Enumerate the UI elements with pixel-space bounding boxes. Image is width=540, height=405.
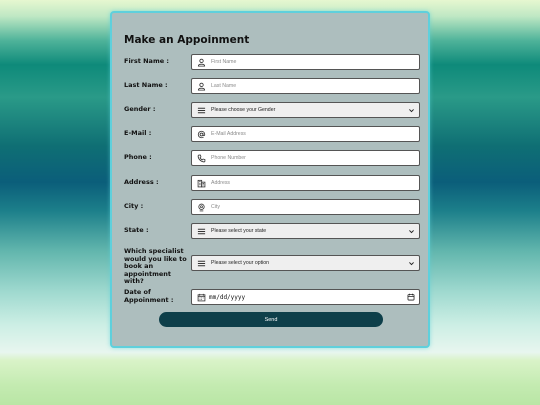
appointment-form: Make an Appoinment First Name : First Na…	[110, 11, 430, 348]
address-input[interactable]: Address	[211, 180, 419, 186]
email-label: E-Mail :	[124, 129, 152, 137]
phone-field[interactable]: Phone Number	[191, 150, 420, 166]
gender-label: Gender :	[124, 105, 156, 113]
city-label: City :	[124, 202, 144, 210]
calendar-icon	[197, 293, 206, 302]
specialist-select[interactable]: Please select your option	[191, 255, 420, 271]
state-select[interactable]: Please select your state	[191, 223, 420, 239]
address-field[interactable]: Address	[191, 175, 420, 191]
city-field[interactable]: City	[191, 199, 420, 215]
specialist-selected-value: Please select your option	[211, 260, 269, 266]
user-icon	[197, 82, 206, 91]
form-title: Make an Appoinment	[124, 34, 250, 46]
at-icon	[197, 130, 206, 139]
email-input[interactable]: E-Mail Address	[211, 131, 419, 137]
state-label: State :	[124, 226, 149, 234]
list-icon	[197, 227, 206, 236]
building-icon	[197, 179, 206, 188]
first-name-field[interactable]: First Name	[191, 54, 420, 70]
user-icon	[197, 58, 206, 67]
phone-label: Phone :	[124, 153, 152, 161]
chevron-down-icon[interactable]	[408, 228, 415, 235]
gender-select[interactable]: Please choose your Gender	[191, 102, 420, 118]
list-icon	[197, 259, 206, 268]
email-field[interactable]: E-Mail Address	[191, 126, 420, 142]
location-pin-icon	[197, 203, 206, 212]
gender-selected-value: Please choose your Gender	[211, 107, 276, 113]
city-input[interactable]: City	[211, 204, 419, 210]
date-field[interactable]: mm/dd/yyyy	[191, 289, 420, 305]
address-label: Address :	[124, 178, 159, 186]
last-name-input[interactable]: Last Name	[211, 83, 419, 89]
chevron-down-icon[interactable]	[408, 107, 415, 114]
list-icon	[197, 106, 206, 115]
calendar-picker-icon[interactable]	[407, 293, 415, 301]
state-selected-value: Please select your state	[211, 228, 267, 234]
chevron-down-icon[interactable]	[408, 260, 415, 267]
first-name-label: First Name :	[124, 57, 169, 65]
phone-icon	[197, 154, 206, 163]
first-name-input[interactable]: First Name	[211, 59, 419, 65]
date-label: Date of Appoinment :	[124, 288, 174, 304]
date-input[interactable]: mm/dd/yyyy	[209, 294, 407, 301]
send-button[interactable]: Send	[159, 312, 383, 327]
last-name-label: Last Name :	[124, 81, 168, 89]
phone-input[interactable]: Phone Number	[211, 155, 419, 161]
last-name-field[interactable]: Last Name	[191, 78, 420, 94]
specialist-label: Which specialist would you like to book …	[124, 247, 187, 285]
